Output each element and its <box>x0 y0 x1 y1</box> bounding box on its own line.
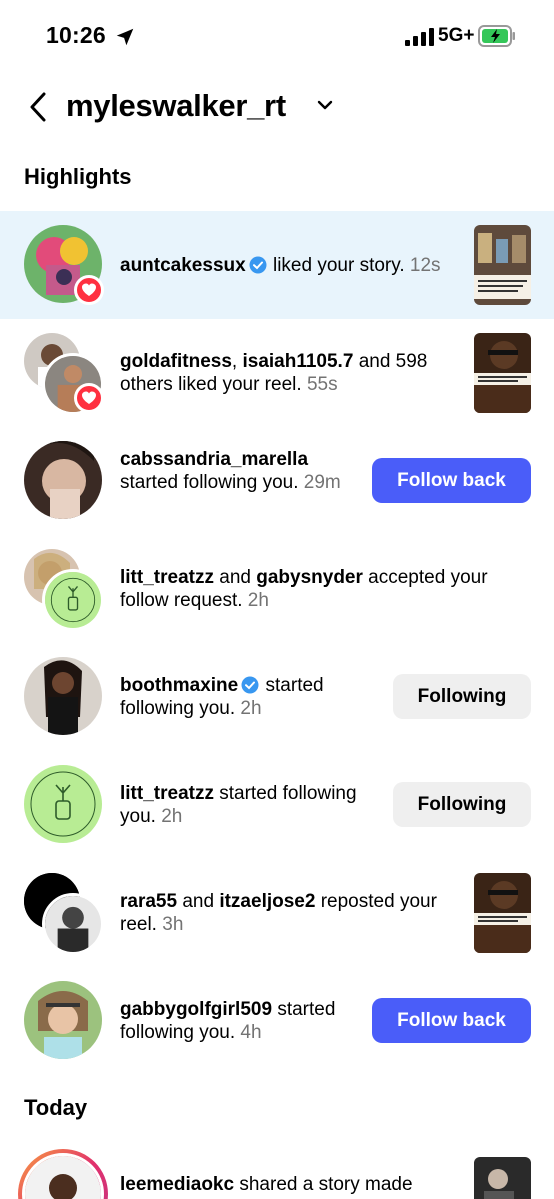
action-text: shared a story made <box>239 1174 413 1195</box>
heart-badge-icon <box>74 383 104 413</box>
notification-text: goldafitness, isaiah1105.7 and 598 other… <box>120 350 465 396</box>
username[interactable]: litt_treatzz <box>120 567 214 588</box>
notification-row[interactable]: leemediaokc shared a story made <box>0 1143 554 1199</box>
back-chevron-icon[interactable] <box>26 90 50 124</box>
notification-row[interactable]: goldafitness, isaiah1105.7 and 598 other… <box>0 319 554 427</box>
notification-row[interactable]: cabssandria_marella started following yo… <box>0 427 554 535</box>
username[interactable]: boothmaxine <box>120 675 238 696</box>
reel-thumbnail[interactable] <box>474 333 531 413</box>
conjunction: and <box>182 891 215 912</box>
timestamp: 3h <box>162 914 184 935</box>
notification-row[interactable]: litt_treatzz started following you. 2h F… <box>0 751 554 859</box>
reel-thumbnail[interactable] <box>474 873 531 953</box>
timestamp: 2h <box>247 590 269 611</box>
notification-row[interactable]: rara55 and itzaeljose2 reposted your ree… <box>0 859 554 967</box>
avatar[interactable] <box>24 441 102 519</box>
following-button[interactable]: Following <box>393 674 531 719</box>
notification-row[interactable]: auntcakessux liked your story. 12s <box>0 211 554 319</box>
follow-back-button[interactable]: Follow back <box>372 458 531 503</box>
heart-badge-icon <box>74 275 104 305</box>
verified-badge-icon <box>241 676 259 694</box>
section-title-today: Today <box>24 1095 88 1120</box>
username[interactable]: itzaeljose2 <box>219 891 315 912</box>
story-thumbnail[interactable] <box>474 225 531 305</box>
username[interactable]: gabbygolfgirl509 <box>120 999 272 1020</box>
separator: , <box>231 351 238 372</box>
follow-back-button[interactable]: Follow back <box>372 998 531 1043</box>
timestamp: 2h <box>161 806 183 827</box>
action-text: started following you. <box>120 472 299 493</box>
avatar[interactable] <box>24 657 102 735</box>
username[interactable]: rara55 <box>120 891 177 912</box>
username[interactable]: litt_treatzz <box>120 783 214 804</box>
notification-text: boothmaxine started following you. 2h <box>120 674 380 720</box>
section-title-highlights: Highlights <box>24 164 132 189</box>
header: myleswalker_rt <box>0 80 554 136</box>
status-bar: 10:26 5G+ <box>0 0 554 72</box>
notification-text: leemediaokc shared a story made <box>120 1173 465 1196</box>
notification-text: litt_treatzz started following you. 2h <box>120 782 380 828</box>
avatar[interactable] <box>24 981 102 1059</box>
timestamp: 55s <box>306 374 338 395</box>
conjunction: and <box>219 567 251 588</box>
network-type: 5G+ <box>438 25 475 46</box>
signal-icon <box>405 28 434 46</box>
notification-text: litt_treatzz and gabysnyder accepted you… <box>120 566 530 612</box>
notification-row[interactable]: boothmaxine started following you. 2h Fo… <box>0 643 554 751</box>
story-ring-avatar[interactable] <box>18 1149 108 1199</box>
timestamp: 12s <box>409 255 441 276</box>
notification-text: rara55 and itzaeljose2 reposted your ree… <box>120 890 465 936</box>
action-text: liked your story. <box>272 255 405 276</box>
username[interactable]: gabysnyder <box>256 567 363 588</box>
avatar[interactable] <box>42 569 104 631</box>
username[interactable]: auntcakessux <box>120 255 246 276</box>
account-title[interactable]: myleswalker_rt <box>66 88 286 124</box>
story-thumbnail[interactable] <box>474 1157 531 1199</box>
timestamp: 2h <box>240 698 262 719</box>
avatar[interactable] <box>42 893 104 955</box>
timestamp: 4h <box>240 1022 262 1043</box>
notification-row[interactable]: litt_treatzz and gabysnyder accepted you… <box>0 535 554 643</box>
username[interactable]: isaiah1105.7 <box>242 351 353 372</box>
notification-text: gabbygolfgirl509 started following you. … <box>120 998 360 1044</box>
timestamp: 29m <box>303 472 341 493</box>
battery-icon <box>478 25 515 47</box>
username[interactable]: cabssandria_marella <box>120 449 308 470</box>
username[interactable]: leemediaokc <box>120 1174 234 1195</box>
following-button[interactable]: Following <box>393 782 531 827</box>
status-time: 10:26 <box>46 22 106 48</box>
location-arrow-icon <box>116 28 134 46</box>
notification-row[interactable]: gabbygolfgirl509 started following you. … <box>0 967 554 1075</box>
chevron-down-icon[interactable] <box>316 98 334 112</box>
username[interactable]: goldafitness <box>120 351 232 372</box>
avatar[interactable] <box>24 765 102 843</box>
notification-text: auntcakessux liked your story. 12s <box>120 254 465 277</box>
verified-badge-icon <box>249 256 267 274</box>
notification-text: cabssandria_marella started following yo… <box>120 448 360 494</box>
